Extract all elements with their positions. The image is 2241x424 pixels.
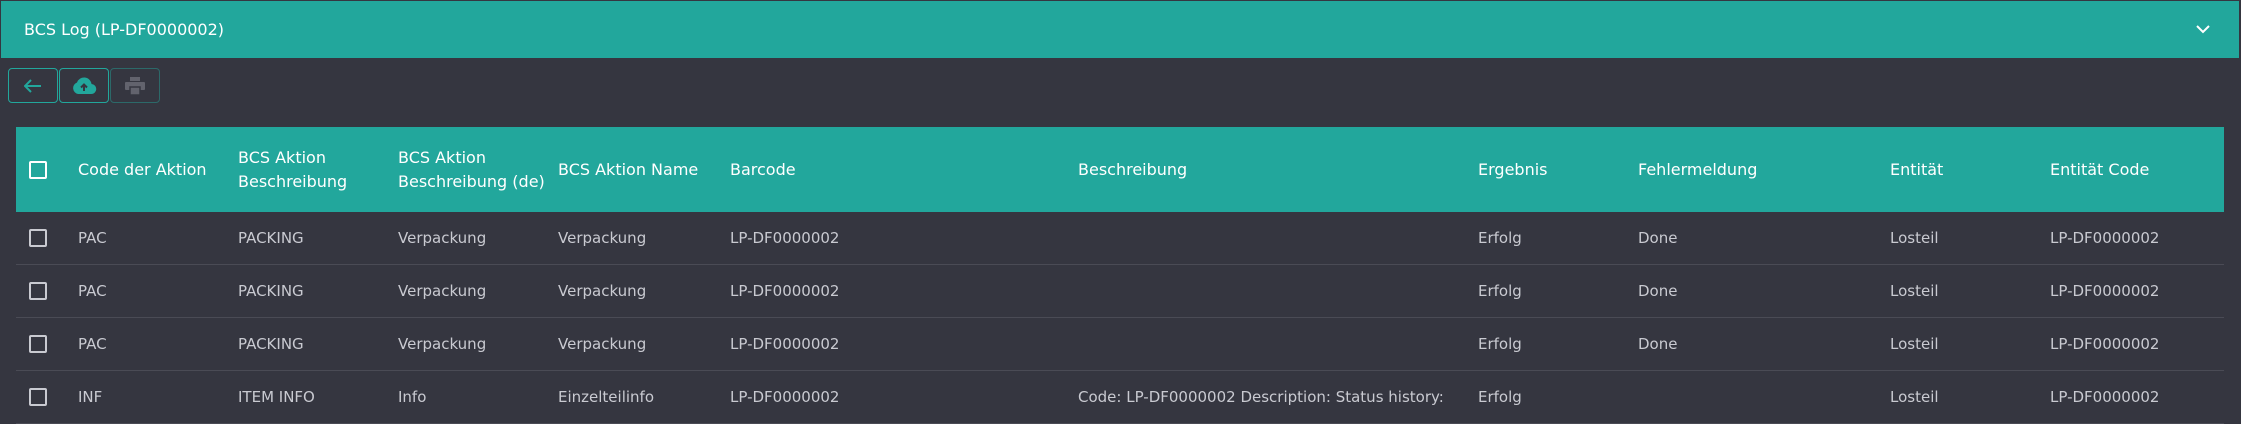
- table-row[interactable]: PAC PACKING Verpackung Verpackung LP-DF00000…: [16, 212, 2224, 265]
- row-select-cell: [0, 282, 78, 300]
- column-header-bcs-action-description[interactable]: BCS Aktion Beschreibung: [238, 146, 398, 194]
- table-header: Code der Aktion BCS Aktion Beschreibung …: [16, 127, 2224, 212]
- cell-result: Erfolg: [1478, 388, 1522, 406]
- row-checkbox[interactable]: [29, 282, 47, 300]
- cell-error-message: Done: [1638, 282, 1678, 300]
- arrow-left-icon: [24, 78, 41, 93]
- cell-bcs-action-name: Einzelteilinfo: [558, 388, 654, 406]
- row-checkbox[interactable]: [29, 388, 47, 406]
- cell-result: Erfolg: [1478, 229, 1522, 247]
- back-button[interactable]: [8, 68, 58, 103]
- cell-result: Erfolg: [1478, 335, 1522, 353]
- cell-bcs-action-name: Verpackung: [558, 229, 647, 247]
- cell-barcode: LP-DF0000002: [730, 335, 840, 353]
- column-header-bcs-action-description-de[interactable]: BCS Aktion Beschreibung (de): [398, 146, 558, 194]
- cell-entity-code: LP-DF0000002: [2050, 388, 2160, 406]
- cell-entity: Losteil: [1890, 335, 1939, 353]
- cell-description: Code: LP-DF0000002 Description: Status h…: [1078, 388, 1444, 406]
- row-checkbox[interactable]: [29, 335, 47, 353]
- select-all-checkbox[interactable]: [29, 160, 47, 179]
- cell-bcs-action-description-de: Verpackung: [398, 229, 487, 247]
- cell-error-message: Done: [1638, 229, 1678, 247]
- cell-bcs-action-description-de: Verpackung: [398, 282, 487, 300]
- upload-button[interactable]: [59, 68, 109, 103]
- cell-barcode: LP-DF0000002: [730, 282, 840, 300]
- cell-code: PAC: [78, 282, 107, 300]
- cell-code: INF: [78, 388, 103, 406]
- column-header-bcs-action-name[interactable]: BCS Aktion Name: [558, 158, 730, 182]
- cell-entity-code: LP-DF0000002: [2050, 282, 2160, 300]
- column-header-description[interactable]: Beschreibung: [1078, 158, 1478, 182]
- cell-bcs-action-name: Verpackung: [558, 335, 647, 353]
- cell-bcs-action-description-de: Info: [398, 388, 427, 406]
- row-select-cell: [0, 335, 78, 353]
- printer-icon: [125, 76, 145, 95]
- cell-result: Erfolg: [1478, 282, 1522, 300]
- cell-entity-code: LP-DF0000002: [2050, 229, 2160, 247]
- bcs-log-table: Code der Aktion BCS Aktion Beschreibung …: [16, 127, 2224, 424]
- row-select-cell: [0, 229, 78, 247]
- column-header-result[interactable]: Ergebnis: [1478, 158, 1638, 182]
- chevron-down-icon[interactable]: [2191, 18, 2215, 42]
- cell-entity: Losteil: [1890, 282, 1939, 300]
- column-header-code[interactable]: Code der Aktion: [78, 158, 238, 182]
- cell-code: PAC: [78, 335, 107, 353]
- cell-entity: Losteil: [1890, 229, 1939, 247]
- cell-entity-code: LP-DF0000002: [2050, 335, 2160, 353]
- cell-bcs-action-description: PACKING: [238, 229, 304, 247]
- cell-bcs-action-description-de: Verpackung: [398, 335, 487, 353]
- toolbar: [8, 68, 160, 103]
- row-checkbox[interactable]: [29, 229, 47, 247]
- panel-header[interactable]: BCS Log (LP-DF0000002): [1, 1, 2239, 58]
- cell-bcs-action-description: PACKING: [238, 282, 304, 300]
- cell-error-message: Done: [1638, 335, 1678, 353]
- print-button[interactable]: [110, 68, 160, 103]
- column-header-barcode[interactable]: Barcode: [730, 158, 1078, 182]
- cell-barcode: LP-DF0000002: [730, 388, 840, 406]
- column-header-error-message[interactable]: Fehlermeldung: [1638, 158, 1890, 182]
- table-row[interactable]: PAC PACKING Verpackung Verpackung LP-DF00000…: [16, 318, 2224, 371]
- cell-code: PAC: [78, 229, 107, 247]
- row-select-cell: [0, 388, 78, 406]
- table-body: PAC PACKING Verpackung Verpackung LP-DF00000…: [16, 212, 2224, 424]
- table-row[interactable]: PAC PACKING Verpackung Verpackung LP-DF00000…: [16, 265, 2224, 318]
- column-header-entity[interactable]: Entität: [1890, 158, 2050, 182]
- cloud-upload-icon: [73, 77, 97, 94]
- cell-bcs-action-description: PACKING: [238, 335, 304, 353]
- column-header-entity-code[interactable]: Entität Code: [2050, 158, 2206, 182]
- cell-barcode: LP-DF0000002: [730, 229, 840, 247]
- select-all-cell: [0, 160, 78, 179]
- table-row[interactable]: INF ITEM INFO Info Einzelteilinfo LP-DF00000…: [16, 371, 2224, 424]
- cell-entity: Losteil: [1890, 388, 1939, 406]
- panel-title: BCS Log (LP-DF0000002): [24, 20, 225, 39]
- cell-bcs-action-name: Verpackung: [558, 282, 647, 300]
- cell-bcs-action-description: ITEM INFO: [238, 388, 315, 406]
